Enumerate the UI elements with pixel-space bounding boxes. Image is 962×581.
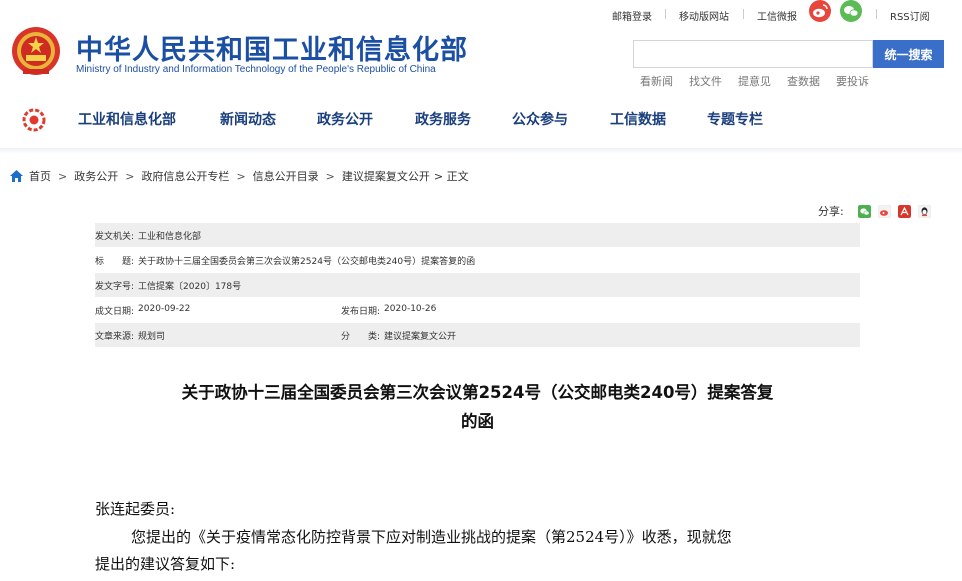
article-body: 您提出的《关于疫情常态化防控背景下应对制造业挑战的提案（第2524号）》收悉，现…: [95, 524, 860, 578]
source-label: 文章来源:: [95, 331, 135, 342]
share-bar: 分享:: [818, 203, 938, 219]
weibo-icon[interactable]: [809, 0, 831, 22]
created-date-label: 成文日期:: [95, 306, 135, 317]
article-title-line: 的函: [461, 412, 494, 431]
nav-item-data[interactable]: 工信数据: [610, 109, 666, 129]
rss-link[interactable]: RSS订阅: [890, 8, 930, 23]
main-nav: 工业和信息化部 新闻动态 政务公开 政务服务 公众参与 工信数据 专题专栏: [0, 100, 962, 140]
quick-links: 看新闻 找文件 提意见 查数据 要投诉: [640, 73, 885, 89]
wechat-icon[interactable]: [840, 0, 862, 22]
national-emblem-icon: [12, 27, 60, 75]
issuer-label: 发文机关:: [95, 231, 135, 242]
info-row-dates: 成文日期: 2020-09-22 发布日期: 2020-10-26: [95, 298, 860, 323]
info-row-source: 文章来源: 规划司 分 类: 建议提案复文公开: [95, 323, 860, 348]
info-row-title: 标 题: 关于政协十三届全国委员会第三次会议第2524号（公交邮电类240号）提…: [95, 248, 860, 273]
category-value: 建议提案复文公开: [384, 331, 457, 342]
title-value: 关于政协十三届全国委员会第三次会议第2524号（公交邮电类240号）提案答复的函: [138, 256, 476, 267]
nav-item-news[interactable]: 新闻动态: [220, 109, 276, 129]
nav-item-public[interactable]: 公众参与: [512, 109, 568, 129]
article-paragraph-line: 提出的建议答复如下:: [95, 555, 236, 573]
home-icon: [10, 170, 23, 182]
quick-link-complaint[interactable]: 要投诉: [836, 75, 869, 88]
published-date-value: 2020-10-26: [384, 303, 437, 314]
search-button[interactable]: 统一搜索: [873, 40, 944, 68]
article-salutation: 张连起委员:: [95, 500, 176, 518]
divider: [665, 9, 666, 19]
breadcrumb: 首页 > 政务公开 > 政府信息公开专栏 > 信息公开目录 > 建议提案复文公开…: [10, 168, 469, 184]
quick-link-news[interactable]: 看新闻: [640, 75, 673, 88]
breadcrumb-separator: >: [236, 169, 246, 183]
divider: [743, 9, 744, 19]
article-title: 关于政协十三届全国委员会第三次会议第2524号（公交邮电类240号）提案答复 的…: [95, 378, 860, 436]
breadcrumb-separator: >: [325, 169, 335, 183]
number-label: 发文字号:: [95, 281, 135, 292]
quick-link-data[interactable]: 查数据: [787, 75, 820, 88]
article-paragraph-line: 您提出的《关于疫情常态化防控背景下应对制造业挑战的提案（第2524号）》收悉，现…: [131, 528, 732, 546]
source-value: 规划司: [138, 331, 166, 342]
pdf-icon[interactable]: [897, 204, 911, 218]
document-info-table: 发文机关: 工业和信息化部 标 题: 关于政协十三届全国委员会第三次会议第252…: [95, 223, 860, 348]
published-date-label: 发布日期:: [341, 306, 381, 317]
title-label: 标 题:: [95, 256, 135, 267]
divider: [876, 9, 877, 19]
wechat-share-icon[interactable]: [857, 204, 871, 218]
miit-logo-icon[interactable]: [22, 108, 46, 132]
breadcrumb-info-column[interactable]: 政府信息公开专栏: [141, 168, 229, 184]
quick-link-files[interactable]: 找文件: [689, 75, 722, 88]
breadcrumb-separator: >: [125, 169, 135, 183]
weibo-link[interactable]: 工信微报: [757, 8, 797, 23]
mobile-site-link[interactable]: 移动版网站: [679, 8, 729, 23]
site-subtitle: Ministry of Industry and Information Tec…: [76, 64, 436, 75]
nav-item-gov-affairs[interactable]: 政务公开: [317, 109, 373, 129]
mail-login-link[interactable]: 邮箱登录: [612, 8, 652, 23]
breadcrumb-home[interactable]: 首页: [29, 168, 51, 184]
issuer-value: 工业和信息化部: [138, 231, 202, 242]
breadcrumb-separator: >: [58, 169, 68, 183]
breadcrumb-current: > 正文: [433, 170, 469, 183]
site-header: 中华人民共和国工业和信息化部 Ministry of Industry and …: [0, 0, 962, 92]
nav-divider: [0, 148, 962, 154]
nav-item-gov-services[interactable]: 政务服务: [415, 109, 471, 129]
nav-item-miit[interactable]: 工业和信息化部: [78, 109, 176, 129]
number-value: 工信提案〔2020〕178号: [138, 281, 242, 292]
breadcrumb-gov-affairs[interactable]: 政务公开: [74, 168, 118, 184]
nav-item-topics[interactable]: 专题专栏: [707, 109, 763, 129]
quick-link-feedback[interactable]: 提意见: [738, 75, 771, 88]
site-title: 中华人民共和国工业和信息化部: [76, 35, 468, 66]
breadcrumb-proposal-replies[interactable]: 建议提案复文公开: [342, 168, 430, 184]
qq-icon[interactable]: [917, 204, 931, 218]
breadcrumb-info-catalog[interactable]: 信息公开目录: [253, 168, 319, 184]
article-title-line: 关于政协十三届全国委员会第三次会议第2524号（公交邮电类240号）提案答复: [181, 383, 774, 402]
info-row-number: 发文字号: 工信提案〔2020〕178号: [95, 273, 860, 298]
created-date-value: 2020-09-22: [138, 303, 191, 314]
weibo-share-icon[interactable]: [877, 204, 891, 218]
category-label: 分 类:: [341, 331, 381, 342]
info-row-issuer: 发文机关: 工业和信息化部: [95, 223, 860, 248]
share-label: 分享:: [818, 205, 844, 218]
search-input[interactable]: [633, 40, 873, 68]
